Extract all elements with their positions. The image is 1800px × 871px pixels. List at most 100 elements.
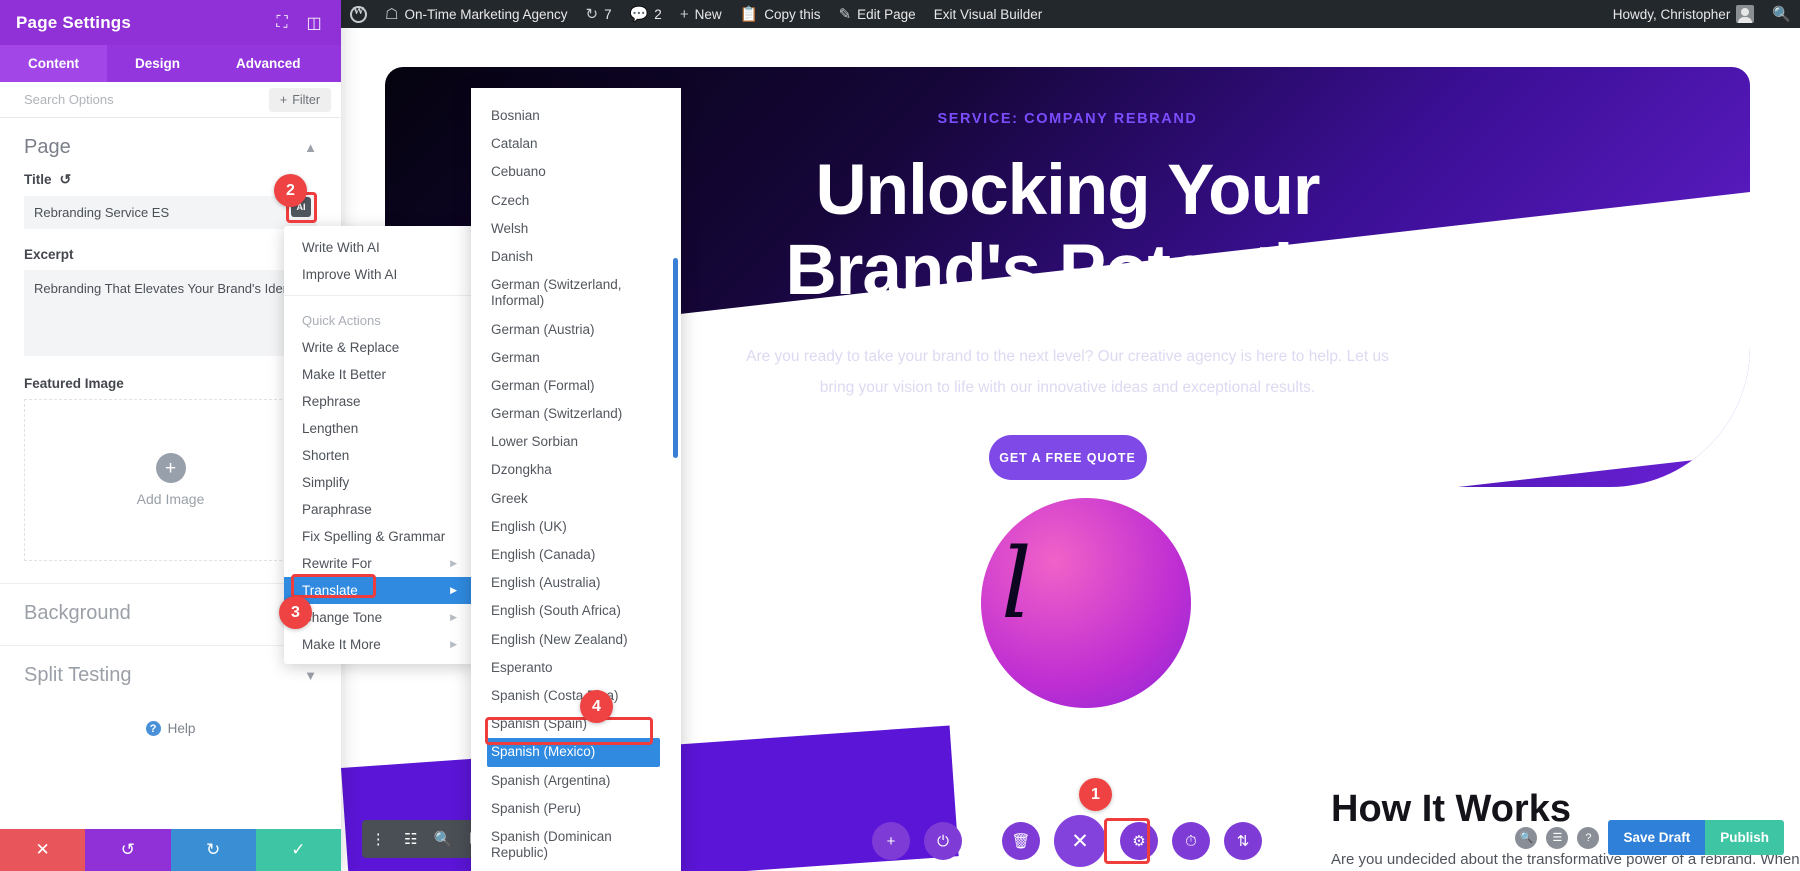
- excerpt-input[interactable]: Rebranding That Elevates Your Brand's Id…: [24, 270, 317, 356]
- list-item[interactable]: Bosnian: [471, 102, 681, 130]
- undo-button[interactable]: ↺: [85, 829, 171, 871]
- power-toggle-button[interactable]: ⏻: [924, 822, 962, 860]
- panel-search-row[interactable]: + Filter: [0, 82, 341, 118]
- add-image-label: Add Image: [136, 491, 205, 507]
- search-icon[interactable]: 🔍: [427, 830, 460, 848]
- list-item[interactable]: Czech: [471, 187, 681, 215]
- layout-icon[interactable]: ☷: [395, 830, 428, 848]
- list-item[interactable]: German: [471, 344, 681, 372]
- chevron-right-icon: ▶: [450, 558, 457, 568]
- list-item[interactable]: Spanish (Peru): [471, 795, 681, 823]
- ai-menu-item-write-and-replace[interactable]: Write & Replace: [284, 334, 475, 361]
- list-item[interactable]: Dzongkha: [471, 456, 681, 484]
- ai-menu-item-improve-with-ai[interactable]: Improve With AI: [284, 261, 475, 288]
- adminbar-search-button[interactable]: 🔍: [1763, 0, 1800, 28]
- list-item[interactable]: Greek: [471, 485, 681, 513]
- list-item[interactable]: German (Switzerland, Informal): [471, 271, 681, 315]
- search-input[interactable]: [24, 92, 269, 107]
- list-item[interactable]: Welsh: [471, 215, 681, 243]
- new-content-menu[interactable]: + New: [671, 0, 731, 28]
- list-item[interactable]: Danish: [471, 243, 681, 271]
- panel-tabs[interactable]: Content Design Advanced: [0, 45, 341, 82]
- ai-menu-item-make-it-more-label: Make It More: [302, 637, 381, 652]
- updates-count: 7: [604, 6, 612, 22]
- exit-visual-builder-menu[interactable]: Exit Visual Builder: [925, 0, 1052, 28]
- tab-content[interactable]: Content: [0, 45, 107, 82]
- list-item[interactable]: English (Canada): [471, 541, 681, 569]
- marker-1: 1: [1079, 778, 1112, 811]
- search-icon[interactable]: 🔍: [1515, 826, 1538, 849]
- ai-menu-item-write-with-ai[interactable]: Write With AI: [284, 234, 475, 261]
- scrollbar-thumb[interactable]: [673, 258, 678, 458]
- fullscreen-icon[interactable]: ⛶: [271, 12, 293, 34]
- list-item[interactable]: English (New Zealand): [471, 626, 681, 654]
- cancel-button[interactable]: ✕: [0, 829, 86, 871]
- plus-icon[interactable]: +: [155, 453, 186, 483]
- wp-logo-menu[interactable]: [341, 0, 376, 28]
- sort-button[interactable]: ⇅: [1224, 822, 1262, 860]
- edit-page-menu[interactable]: ✎ Edit Page: [830, 0, 925, 28]
- list-item[interactable]: German (Formal): [471, 372, 681, 400]
- save-draft-button[interactable]: Save Draft: [1608, 820, 1706, 855]
- ai-menu-item-simplify[interactable]: Simplify: [284, 469, 475, 496]
- visual-builder-toolbar[interactable]: + ⏻ 🗑 ✕ ⚙ ⏱ ⇅: [872, 815, 1262, 867]
- list-item[interactable]: German (Austria): [471, 316, 681, 344]
- list-item[interactable]: Esperanto: [471, 654, 681, 682]
- ai-menu-item-shorten[interactable]: Shorten: [284, 442, 475, 469]
- panel-footer[interactable]: ✕ ↺ ↻ ✓: [0, 829, 341, 871]
- ai-menu-item-rephrase[interactable]: Rephrase: [284, 388, 475, 415]
- ai-context-menu[interactable]: Write With AI Improve With AI Quick Acti…: [284, 226, 475, 664]
- account-menu[interactable]: Howdy, Christopher: [1604, 0, 1764, 28]
- chevron-down-icon[interactable]: ▼: [304, 668, 317, 683]
- history-clock-button[interactable]: ⏱: [1172, 822, 1210, 860]
- publish-button[interactable]: Publish: [1705, 820, 1784, 855]
- list-item[interactable]: English (Australia): [471, 569, 681, 597]
- filter-button[interactable]: + Filter: [268, 87, 331, 112]
- list-item[interactable]: Catalan: [471, 130, 681, 158]
- list-item[interactable]: German (Switzerland): [471, 400, 681, 428]
- translate-language-submenu[interactable]: Bosnian Catalan Cebuano Czech Welsh Dani…: [471, 88, 681, 871]
- site-name-menu[interactable]: ☖ On-Time Marketing Agency: [376, 0, 577, 28]
- ai-menu-item-lengthen[interactable]: Lengthen: [284, 415, 475, 442]
- excerpt-field-label: Excerpt: [24, 247, 74, 262]
- help-icon[interactable]: ?: [1577, 826, 1600, 849]
- dock-layout-icon[interactable]: ◫: [303, 12, 325, 34]
- add-module-button[interactable]: +: [872, 822, 910, 860]
- section-header-page[interactable]: Page ▲: [0, 118, 341, 171]
- tab-advanced[interactable]: Advanced: [208, 45, 329, 82]
- delete-button[interactable]: 🗑: [1002, 822, 1040, 860]
- title-input[interactable]: Rebranding Service ES: [24, 196, 317, 229]
- chevron-up-icon[interactable]: ▲: [304, 140, 317, 155]
- wordpress-admin-bar: ☖ On-Time Marketing Agency ↻ 7 💬 2 + New…: [341, 0, 1800, 28]
- ai-menu-item-paraphrase[interactable]: Paraphrase: [284, 496, 475, 523]
- save-button[interactable]: ✓: [255, 829, 341, 871]
- reset-icon[interactable]: ↺: [60, 171, 72, 188]
- list-item[interactable]: Spanish (Dominican Republic): [471, 823, 681, 867]
- list-item[interactable]: Spanish (Chile): [471, 867, 681, 871]
- marker-4: 4: [580, 690, 613, 723]
- comments-menu[interactable]: 💬 2: [621, 0, 671, 28]
- copy-this-menu[interactable]: 📋 Copy this: [731, 0, 830, 28]
- redo-button[interactable]: ↻: [170, 829, 256, 871]
- layers-icon[interactable]: ☰: [1546, 826, 1569, 849]
- builder-save-actions[interactable]: 🔍 ☰ ? Save Draft Publish: [1515, 820, 1784, 855]
- featured-image-dropzone[interactable]: + Add Image: [24, 399, 317, 561]
- ai-menu-item-make-it-better[interactable]: Make It Better: [284, 361, 475, 388]
- list-item[interactable]: Lower Sorbian: [471, 428, 681, 456]
- list-item[interactable]: English (UK): [471, 513, 681, 541]
- tab-design[interactable]: Design: [107, 45, 208, 82]
- ai-menu-item-rewrite-for[interactable]: Rewrite For ▶: [284, 550, 475, 577]
- close-builder-button[interactable]: ✕: [1054, 815, 1106, 867]
- decorative-script-letter: l: [1001, 528, 1032, 640]
- hero-cta-button[interactable]: GET A FREE QUOTE: [988, 435, 1147, 481]
- list-item[interactable]: Spanish (Argentina): [471, 767, 681, 795]
- list-item[interactable]: Spanish (Costa Rica): [471, 682, 681, 710]
- help-link[interactable]: ? Help: [0, 699, 341, 758]
- updates-menu[interactable]: ↻ 7: [577, 0, 621, 28]
- ai-menu-item-fix-spelling-grammar[interactable]: Fix Spelling & Grammar: [284, 523, 475, 550]
- ai-menu-item-make-it-more[interactable]: Make It More ▶: [284, 631, 475, 658]
- more-vertical-icon[interactable]: ⋮: [362, 830, 395, 848]
- list-item[interactable]: English (South Africa): [471, 597, 681, 625]
- ai-menu-item-change-tone[interactable]: Change Tone ▶: [284, 604, 475, 631]
- list-item[interactable]: Cebuano: [471, 158, 681, 186]
